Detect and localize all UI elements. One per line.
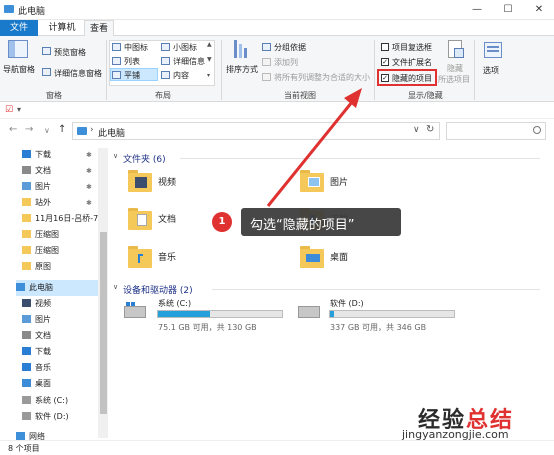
watermark-url: jingyanzongjie.com (402, 428, 509, 441)
annotation-text: 勾选“隐藏的项目” (250, 218, 355, 233)
annotation-step-number: 1 (212, 212, 232, 232)
